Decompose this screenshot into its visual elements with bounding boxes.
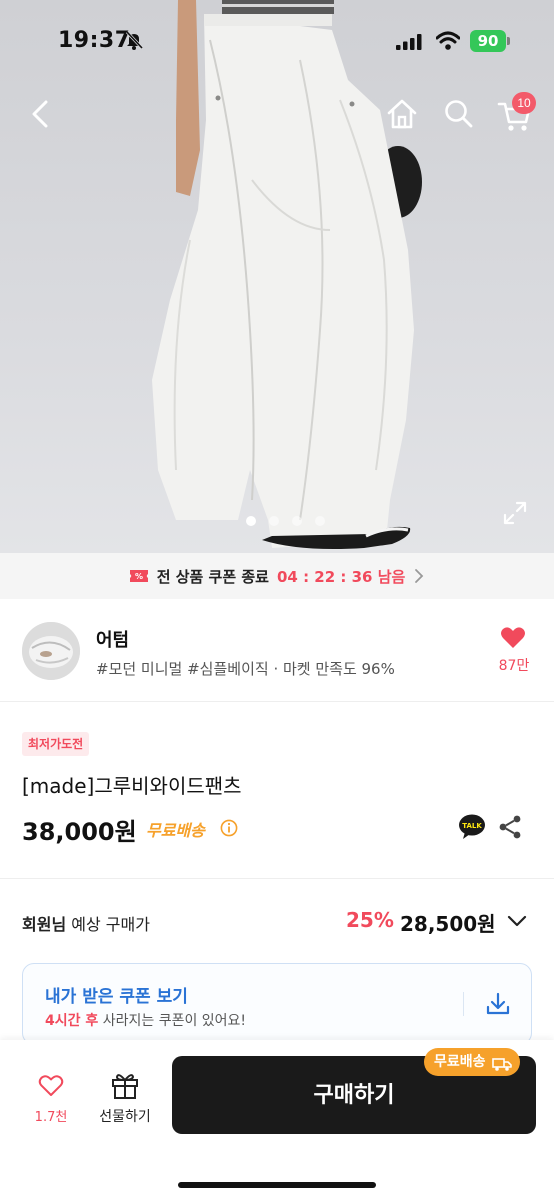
coupon-card-subtitle: 4시간 후 사라지는 쿠폰이 있어요!: [45, 1010, 246, 1030]
gallery-dot[interactable]: [292, 516, 302, 526]
member-price-value: 28,500원: [400, 912, 496, 936]
like-count: 1.7천: [34, 1110, 68, 1125]
free-shipping-pill: 무료배송: [424, 1048, 520, 1076]
lowest-price-badge: 최저가도전: [22, 732, 90, 756]
product-name: [made]그루비와이드팬츠: [22, 774, 242, 798]
truck-icon: [491, 1054, 512, 1071]
gallery-dot[interactable]: [269, 516, 279, 526]
gallery-dot[interactable]: [246, 516, 256, 526]
store-avatar[interactable]: [22, 622, 80, 680]
home-indicator: [178, 1182, 376, 1188]
chevron-down-icon[interactable]: [506, 912, 528, 930]
cart-count-badge: 10: [512, 92, 536, 114]
gallery-dot[interactable]: [315, 516, 325, 526]
gallery-pagination: [246, 516, 325, 526]
store-row[interactable]: 어텀 #모던 미니멀 #심플베이직 · 마켓 만족도 96% 87만: [0, 600, 554, 702]
gift-icon: [110, 1070, 140, 1104]
shipping-pill-label: 무료배송: [434, 1054, 486, 1070]
coupon-expire-rest: 사라지는 쿠폰이 있어요!: [102, 1013, 247, 1029]
product-image-gallery[interactable]: 19:37 90 10: [0, 0, 554, 553]
section-divider: [0, 878, 554, 879]
status-time: 19:37: [58, 28, 131, 53]
my-coupons-card[interactable]: 내가 받은 쿠폰 보기 4시간 후 사라지는 쿠폰이 있어요!: [22, 963, 532, 1045]
status-bar: 19:37 90: [0, 0, 554, 84]
download-icon[interactable]: [485, 992, 511, 1016]
product-price: 38,000원: [22, 818, 137, 846]
gift-button[interactable]: 선물하기: [90, 1070, 160, 1128]
search-icon[interactable]: [442, 96, 476, 132]
back-icon[interactable]: [24, 96, 56, 132]
home-icon[interactable]: [384, 96, 420, 132]
chevron-right-icon: [413, 568, 425, 584]
store-like-count: 87만: [498, 658, 530, 674]
expand-icon[interactable]: [502, 500, 528, 526]
member-label-rest: 예상 구매가: [71, 915, 150, 934]
gift-label: 선물하기: [99, 1109, 151, 1125]
banner-countdown: 04 : 22 : 36 남음: [276, 567, 406, 586]
like-button[interactable]: 1.7천: [24, 1070, 78, 1128]
coupon-expire-highlight: 4시간 후: [45, 1013, 99, 1029]
store-tags: #모던 미니멀 #심플베이직 · 마켓 만족도 96%: [96, 660, 395, 678]
bottom-action-bar: 1.7천 선물하기 구매하기 무료배송: [0, 1040, 554, 1200]
store-name[interactable]: 어텀: [96, 626, 129, 652]
kakao-talk-icon[interactable]: TALK: [458, 814, 486, 840]
member-label-bold: 회원님: [22, 915, 67, 934]
svg-text:%: %: [135, 572, 143, 581]
cellular-signal-icon: [396, 34, 422, 54]
heart-outline-icon: [38, 1074, 64, 1102]
free-shipping-label: 무료배송: [146, 821, 205, 840]
share-icon[interactable]: [498, 814, 522, 840]
coupon-countdown-banner[interactable]: % 전 상품 쿠폰 종료 04 : 22 : 36 남음: [0, 553, 554, 599]
battery-indicator: 90: [470, 30, 510, 52]
svg-text:TALK: TALK: [462, 822, 482, 830]
wifi-icon: [435, 31, 461, 55]
coupon-card-separator: [463, 992, 464, 1016]
banner-title: 전 상품 쿠폰 종료: [156, 567, 269, 586]
member-price-label: 회원님 예상 구매가: [22, 911, 150, 935]
member-discount: 25%: [346, 908, 394, 932]
coupon-card-title: 내가 받은 쿠폰 보기: [45, 987, 188, 1007]
coupon-ticket-icon: %: [129, 568, 149, 584]
heart-icon[interactable]: [500, 626, 526, 650]
info-icon[interactable]: [220, 819, 238, 837]
bell-muted-icon: [124, 30, 144, 54]
